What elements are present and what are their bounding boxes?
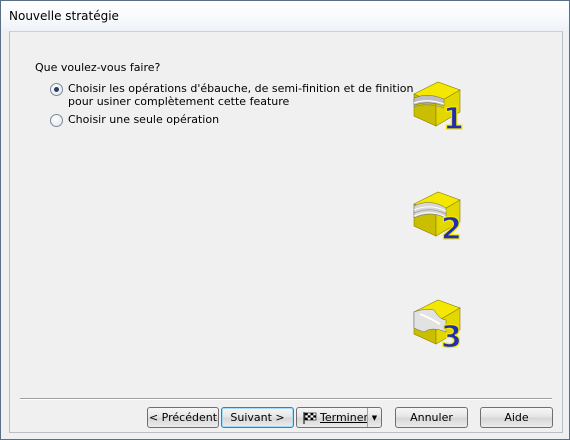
previous-button[interactable]: < Précédent — [147, 407, 219, 428]
dialog-window: Nouvelle stratégie Que voulez-vous faire… — [0, 0, 570, 440]
svg-text:1: 1 — [443, 102, 464, 132]
help-button-label: Aide — [504, 411, 529, 424]
strategy-1-icon: 1 — [413, 81, 464, 132]
finish-button-label: Terminer — [320, 411, 368, 424]
next-button[interactable]: Suivant > — [221, 407, 294, 428]
svg-text:3: 3 — [441, 320, 462, 350]
strategy-2-icon: 2 — [413, 191, 462, 242]
window-title: Nouvelle stratégie — [9, 9, 119, 23]
title-bar[interactable]: Nouvelle stratégie — [1, 1, 569, 31]
finish-dropdown-arrow-icon[interactable]: ▼ — [367, 408, 381, 427]
radio-full-strategy[interactable] — [50, 83, 63, 96]
question-label: Que voulez-vous faire? — [35, 61, 161, 74]
button-divider — [20, 398, 552, 400]
option-single-operation-label[interactable]: Choisir une seule opération — [68, 113, 219, 126]
cancel-button-label: Annuler — [410, 411, 453, 424]
checkered-flag-icon — [303, 411, 317, 424]
option-full-strategy[interactable]: Choisir les opérations d'ébauche, de sem… — [50, 82, 413, 108]
strategy-3-icon: 3 — [413, 299, 462, 350]
finish-button[interactable]: Terminer ▼ — [296, 407, 382, 428]
next-button-label: Suivant > — [230, 411, 285, 424]
option-full-strategy-line2: pour usiner complètement cette feature — [68, 95, 290, 108]
option-full-strategy-line1: Choisir les opérations d'ébauche, de sem… — [68, 82, 414, 95]
previous-button-label: < Précédent — [148, 411, 218, 424]
option-full-strategy-label[interactable]: Choisir les opérations d'ébauche, de sem… — [68, 82, 413, 108]
cancel-button[interactable]: Annuler — [395, 407, 468, 428]
help-button[interactable]: Aide — [480, 407, 553, 428]
dialog-content: Que voulez-vous faire? Choisir les opéra… — [9, 31, 563, 433]
radio-single-operation[interactable] — [50, 114, 63, 127]
svg-text:2: 2 — [441, 212, 462, 242]
option-single-operation[interactable]: Choisir une seule opération — [50, 113, 219, 127]
